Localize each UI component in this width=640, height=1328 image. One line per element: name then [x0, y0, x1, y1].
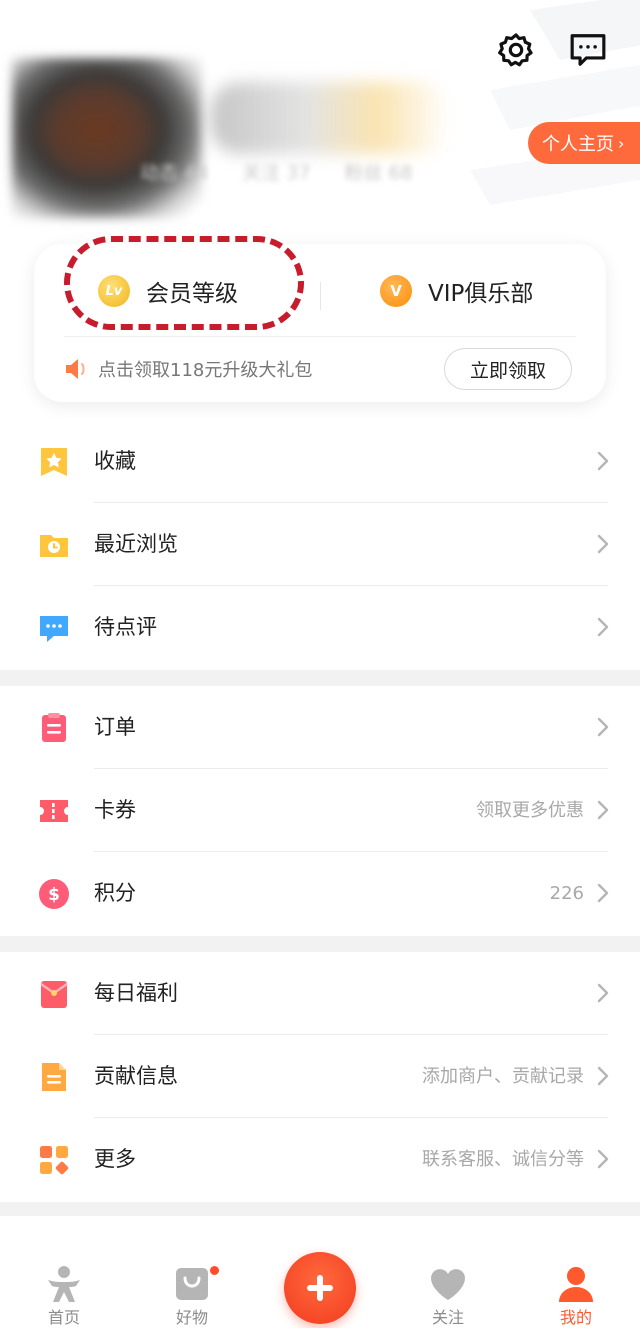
tab-goods[interactable]: 好物	[144, 1216, 240, 1328]
avatar[interactable]	[12, 58, 202, 218]
group-separator	[0, 936, 640, 952]
heart-icon	[431, 1269, 465, 1300]
points-coin-icon: $	[39, 879, 69, 909]
chevron-right-icon	[597, 800, 609, 820]
menu-item-orders[interactable]: 订单	[0, 686, 640, 769]
divider	[64, 336, 576, 337]
level-badge-icon: Lv	[98, 275, 130, 307]
message-button[interactable]	[566, 28, 610, 72]
tab-label: 好物	[175, 1308, 208, 1327]
stat-following[interactable]: 关注 37	[242, 158, 310, 185]
shopping-bag-icon	[176, 1268, 208, 1300]
tab-label: 首页	[47, 1308, 80, 1327]
upgrade-gift-text: 点击领取118元升级大礼包	[98, 360, 313, 381]
chevron-right-icon	[597, 1149, 609, 1169]
chevron-right-icon	[597, 883, 609, 903]
svg-text:$: $	[48, 885, 60, 905]
chevron-right-icon: ›	[618, 133, 625, 153]
vip-club-label: VIP俱乐部	[428, 281, 534, 307]
red-envelope-icon	[40, 981, 68, 1008]
tab-mine[interactable]: 我的	[528, 1216, 624, 1328]
menu-item-favorites[interactable]: 收藏	[0, 420, 640, 503]
tab-following[interactable]: 关注	[400, 1216, 496, 1328]
menu-value: 领取更多优惠	[476, 800, 584, 821]
menu-label: 每日福利	[94, 981, 178, 1005]
menu-label: 待点评	[94, 615, 157, 639]
user-name	[210, 82, 450, 154]
divider	[320, 282, 321, 310]
history-folder-icon	[40, 535, 68, 557]
order-clipboard-icon	[42, 713, 66, 742]
publish-button[interactable]	[284, 1252, 356, 1324]
menu-item-points[interactable]: $ 积分 226	[0, 852, 640, 935]
personal-homepage-button[interactable]: 个人主页 ›	[528, 122, 640, 164]
tab-label: 我的	[559, 1308, 592, 1327]
speaker-icon	[66, 359, 85, 379]
menu-value: 联系客服、诚信分等	[422, 1149, 584, 1170]
tab-home[interactable]: 首页	[16, 1216, 112, 1328]
menu-value: 添加商户、贡献记录	[422, 1066, 584, 1087]
stat-posts[interactable]: 动态 44	[140, 158, 208, 185]
menu-label: 收藏	[94, 449, 136, 473]
star-bookmark-icon	[41, 448, 67, 476]
settings-button[interactable]	[494, 28, 538, 72]
menu-label: 更多	[94, 1147, 136, 1171]
chevron-right-icon	[597, 983, 609, 1003]
menu-label: 卡券	[94, 798, 136, 822]
chevron-right-icon	[597, 451, 609, 471]
points-value: 226	[549, 883, 584, 904]
membership-card: Lv 会员等级 V VIP俱乐部 点击领取118元升级大礼包 立即领取	[34, 236, 606, 402]
menu-label: 贡献信息	[94, 1064, 178, 1088]
group-separator	[0, 1202, 640, 1216]
stat-fans[interactable]: 粉丝 68	[344, 158, 412, 185]
menu-group-3: 每日福利 贡献信息 添加商户、贡献记录 更多 联系客服、诚信分等	[0, 952, 640, 1202]
menu-item-daily-benefits[interactable]: 每日福利	[0, 952, 640, 1035]
comment-icon	[40, 616, 68, 642]
chevron-right-icon	[597, 1066, 609, 1086]
menu-group-2: 订单 卡券 领取更多优惠 $ 积分 226	[0, 686, 640, 936]
claim-now-button[interactable]: 立即领取	[444, 348, 572, 390]
chevron-right-icon	[597, 717, 609, 737]
menu-item-more[interactable]: 更多 联系客服、诚信分等	[0, 1118, 640, 1201]
message-icon	[570, 34, 606, 66]
profile-header: 动态 44 关注 37 粉丝 68 个人主页 ›	[0, 0, 640, 240]
bottom-tab-bar: 首页 好物 关注 我的	[0, 1216, 640, 1328]
menu-item-pending-reviews[interactable]: 待点评	[0, 586, 640, 669]
membership-entries: Lv 会员等级 V VIP俱乐部	[34, 236, 606, 336]
plus-icon	[307, 1275, 333, 1301]
notification-dot	[208, 1264, 221, 1277]
menu-group-1: 收藏 最近浏览 待点评	[0, 420, 640, 670]
chevron-right-icon	[597, 617, 609, 637]
chevron-right-icon	[597, 534, 609, 554]
member-level-label: 会员等级	[146, 281, 238, 307]
menu-item-contribution-info[interactable]: 贡献信息 添加商户、贡献记录	[0, 1035, 640, 1118]
menu-label: 订单	[94, 715, 136, 739]
menu-label: 积分	[94, 881, 136, 905]
tab-label: 关注	[431, 1308, 464, 1327]
contribution-doc-icon	[42, 1063, 66, 1091]
user-stats: 动态 44 关注 37 粉丝 68	[140, 156, 440, 186]
menu-item-coupons[interactable]: 卡券 领取更多优惠	[0, 769, 640, 852]
profile-page: 动态 44 关注 37 粉丝 68 个人主页 › Lv 会员等级 V VIP俱乐…	[0, 0, 640, 1328]
coupon-icon	[40, 800, 68, 822]
vip-club-entry[interactable]: V VIP俱乐部	[380, 270, 533, 312]
personal-homepage-label: 个人主页	[542, 134, 614, 155]
menu-label: 最近浏览	[94, 532, 178, 556]
gear-icon	[498, 33, 533, 67]
menu-item-recent-browsing[interactable]: 最近浏览	[0, 503, 640, 586]
home-figure-icon	[48, 1266, 80, 1302]
more-grid-icon	[40, 1146, 69, 1175]
profile-person-icon	[559, 1267, 593, 1302]
group-separator	[0, 670, 640, 686]
member-level-entry[interactable]: Lv 会员等级	[98, 270, 238, 312]
vip-badge-icon: V	[380, 275, 412, 307]
upgrade-gift-row[interactable]: 点击领取118元升级大礼包 立即领取	[34, 338, 606, 400]
